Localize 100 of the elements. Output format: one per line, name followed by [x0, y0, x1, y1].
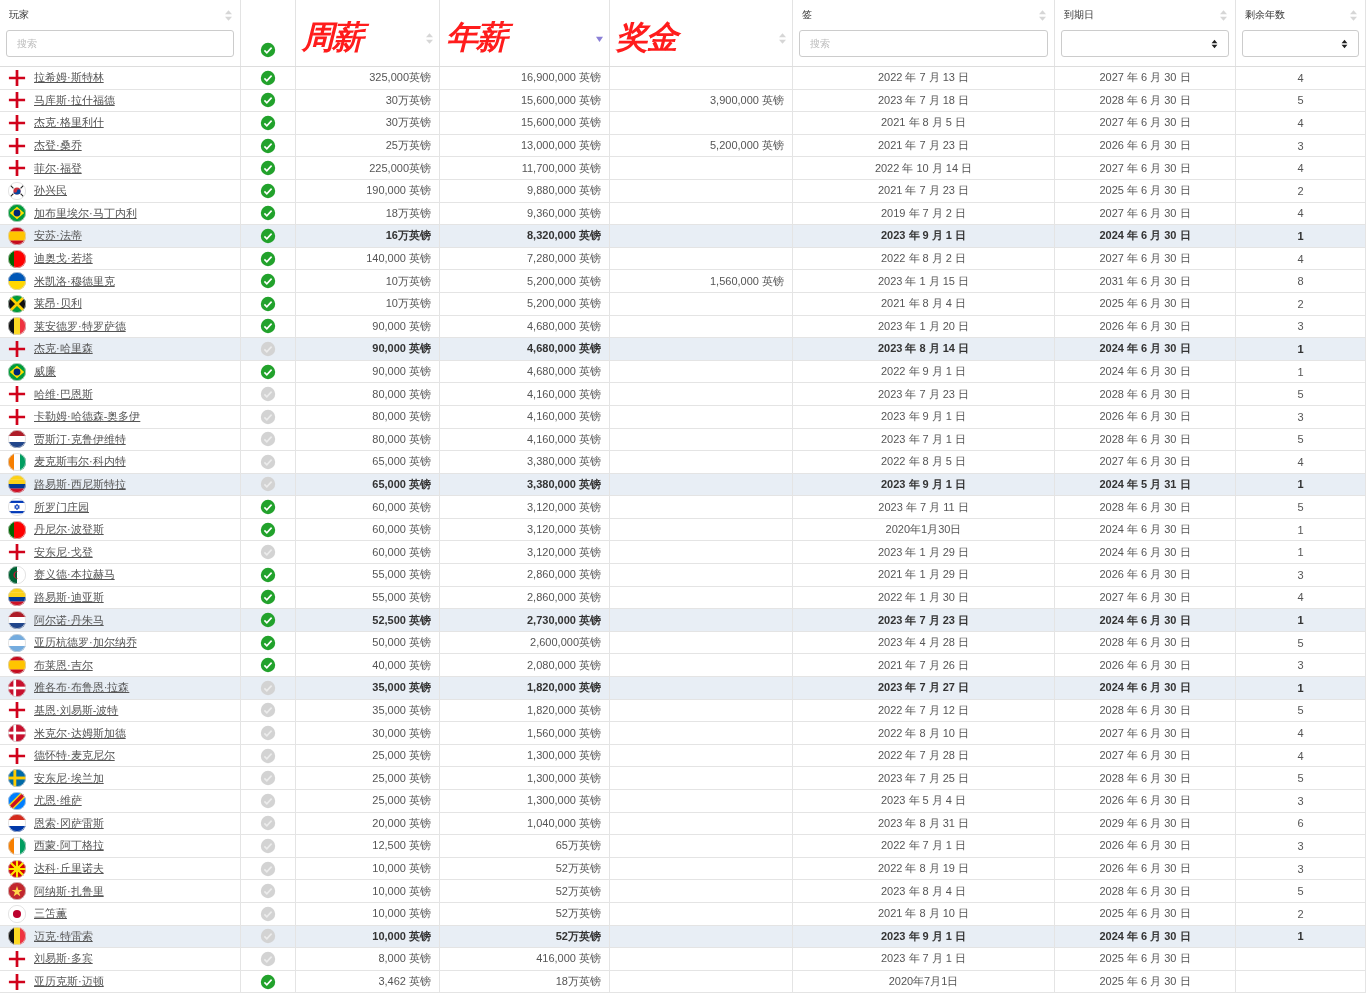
player-link[interactable]: 迪奥戈·若塔 — [34, 251, 93, 267]
sort-icon[interactable] — [426, 32, 433, 44]
check-circle-icon[interactable] — [260, 657, 276, 674]
player-link[interactable]: 亚历杭德罗·加尔纳乔 — [34, 635, 137, 651]
sort-icon[interactable] — [1350, 9, 1357, 21]
check-circle-icon[interactable] — [260, 42, 276, 58]
check-circle-icon[interactable] — [260, 476, 276, 493]
player-link[interactable]: 米凯洛·穆德里克 — [34, 273, 115, 289]
check-circle-icon[interactable] — [260, 453, 276, 470]
check-circle-icon[interactable] — [260, 499, 276, 516]
check-circle-icon[interactable] — [260, 160, 276, 177]
check-circle-icon[interactable] — [260, 725, 276, 741]
check-circle-icon[interactable] — [260, 69, 276, 86]
check-circle-icon[interactable] — [260, 883, 276, 900]
player-link[interactable]: 安东尼·戈登 — [34, 544, 93, 560]
check-circle-icon[interactable] — [260, 273, 276, 290]
check-circle-icon[interactable] — [260, 702, 276, 719]
check-circle-icon[interactable] — [260, 182, 276, 199]
player-link[interactable]: 莱安德罗·特罗萨德 — [34, 318, 126, 334]
player-link[interactable]: 马库斯·拉什福德 — [34, 92, 115, 108]
check-circle-icon[interactable] — [260, 250, 276, 267]
check-circle-icon[interactable] — [260, 860, 276, 877]
column-header[interactable]: 玩家 — [9, 8, 29, 22]
check-circle-icon[interactable] — [260, 544, 276, 561]
player-link[interactable]: 雅各布·布鲁恩·拉森 — [34, 680, 130, 696]
table-cell: 2027 年 6 月 30 日 — [1099, 160, 1191, 176]
player-link[interactable]: 恩索·冈萨雷斯 — [34, 815, 104, 831]
annotation-label: 年薪 — [446, 17, 512, 59]
check-circle-icon[interactable] — [260, 838, 276, 854]
check-circle-icon[interactable] — [260, 227, 276, 244]
player-link[interactable]: 杰克·哈里森 — [34, 341, 93, 357]
check-circle-icon[interactable] — [260, 950, 276, 967]
player-link[interactable]: 安苏·法蒂 — [34, 228, 82, 244]
player-link[interactable]: 三笘薫 — [34, 906, 67, 922]
player-link[interactable]: 加布里埃尔·马丁内利 — [34, 205, 137, 221]
check-circle-icon[interactable] — [260, 92, 276, 109]
check-circle-icon[interactable] — [260, 363, 276, 380]
player-link[interactable]: 路易斯·西尼斯特拉 — [34, 477, 126, 492]
sort-icon[interactable] — [225, 9, 232, 21]
player-link[interactable]: 德怀特·麦克尼尔 — [34, 748, 115, 764]
check-circle-icon[interactable] — [260, 137, 276, 154]
player-link[interactable]: 路易斯·迪亚斯 — [34, 589, 104, 605]
check-circle-icon[interactable] — [260, 770, 276, 787]
column-header[interactable]: 签 — [802, 8, 812, 22]
table-cell: 2021 年 8 月 10 日 — [877, 906, 970, 922]
sort-icon[interactable] — [1220, 9, 1227, 21]
check-circle-icon[interactable] — [260, 905, 276, 922]
check-circle-icon[interactable] — [260, 431, 276, 448]
player-link[interactable]: 贾斯汀·克鲁伊维特 — [34, 431, 126, 447]
filter-dropdown[interactable] — [1242, 30, 1359, 57]
player-link[interactable]: 阿纳斯·扎鲁里 — [34, 883, 104, 899]
player-link[interactable]: 威廉 — [34, 364, 56, 379]
player-link[interactable]: 杰登·桑乔 — [34, 138, 82, 154]
filter-dropdown[interactable] — [1061, 30, 1229, 57]
check-circle-icon[interactable] — [260, 973, 276, 990]
player-link[interactable]: 刘易斯·多宾 — [34, 951, 93, 967]
player-link[interactable]: 孙兴民 — [34, 183, 67, 199]
player-link[interactable]: 迈克·特雷索 — [34, 928, 93, 944]
player-link[interactable]: 麦克斯韦尔·科内特 — [34, 454, 126, 470]
check-circle-icon[interactable] — [260, 521, 276, 538]
player-link[interactable]: 杰克·格里利什 — [34, 115, 104, 131]
player-link[interactable]: 拉希姆·斯特林 — [34, 70, 104, 86]
column-header[interactable]: 剩余年数 — [1245, 8, 1285, 22]
check-circle-icon[interactable] — [260, 115, 276, 131]
player-link[interactable]: 所罗门庄园 — [34, 499, 89, 515]
player-link[interactable]: 哈维·巴恩斯 — [34, 386, 93, 402]
player-link[interactable]: 达科·丘里诺夫 — [34, 861, 104, 877]
table-cell: 4 — [1297, 252, 1304, 265]
column-header[interactable]: 到期日 — [1064, 8, 1094, 22]
check-circle-icon[interactable] — [260, 295, 276, 312]
player-link[interactable]: 卡勒姆·哈德森-奥多伊 — [34, 409, 141, 425]
player-link[interactable]: 莱昂·贝利 — [34, 296, 82, 312]
check-circle-icon[interactable] — [260, 589, 276, 606]
check-circle-icon[interactable] — [260, 318, 276, 335]
player-link[interactable]: 安东尼·埃兰加 — [34, 770, 104, 786]
player-link[interactable]: 基恩·刘易斯-波特 — [34, 702, 119, 718]
player-link[interactable]: 尤恩·维萨 — [34, 793, 82, 809]
player-link[interactable]: 亚历克斯·迈顿 — [34, 974, 104, 990]
check-circle-icon[interactable] — [260, 679, 276, 696]
player-link[interactable]: 赛义德·本拉赫马 — [34, 567, 115, 583]
table-cell: 2024 年 6 月 30 日 — [1099, 612, 1191, 628]
sort-icon[interactable] — [1039, 9, 1046, 21]
player-link[interactable]: 菲尔·福登 — [34, 160, 82, 176]
player-link[interactable]: 西蒙·阿丁格拉 — [34, 838, 104, 854]
player-link[interactable]: 布莱恩·吉尔 — [34, 657, 93, 673]
check-circle-icon[interactable] — [260, 340, 276, 357]
check-circle-icon[interactable] — [260, 612, 276, 629]
check-circle-icon[interactable] — [260, 205, 276, 222]
check-circle-icon[interactable] — [260, 634, 276, 651]
check-circle-icon[interactable] — [260, 792, 276, 809]
check-circle-icon[interactable] — [260, 815, 276, 832]
sort-icon[interactable] — [779, 32, 786, 44]
player-link[interactable]: 阿尔诺·丹朱马 — [34, 612, 104, 628]
check-circle-icon[interactable] — [260, 408, 276, 425]
player-link[interactable]: 米克尔·达姆斯加德 — [34, 725, 126, 741]
check-circle-icon[interactable] — [260, 747, 276, 764]
check-circle-icon[interactable] — [260, 928, 276, 945]
check-circle-icon[interactable] — [260, 386, 276, 403]
player-link[interactable]: 丹尼尔·波登斯 — [34, 522, 104, 538]
check-circle-icon[interactable] — [260, 566, 276, 583]
